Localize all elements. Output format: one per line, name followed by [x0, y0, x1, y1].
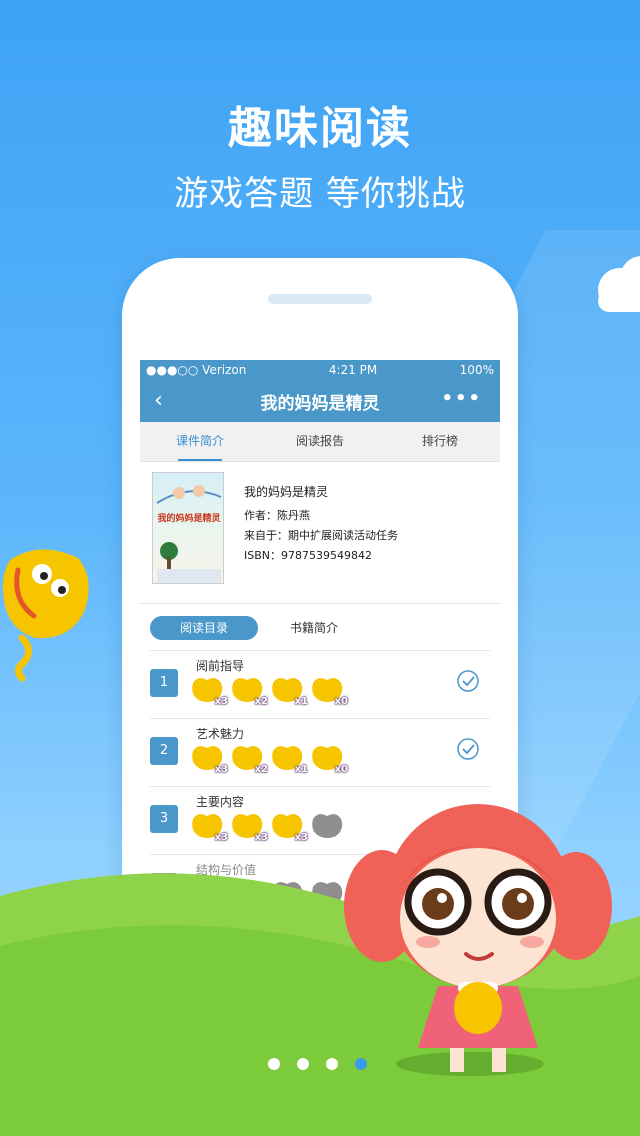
bean-icon: x3 [190, 675, 230, 707]
book-source: 来自于：期中扩展阅读活动任务 [244, 529, 398, 542]
page-indicator [268, 1058, 384, 1070]
girl-character [344, 804, 612, 1072]
yellow-mascot [2, 549, 89, 682]
time-label: 4:21 PM [328, 363, 378, 377]
tab-course-intro[interactable]: 课件简介 [140, 422, 260, 461]
tab-reading-report[interactable]: 阅读报告 [260, 422, 380, 461]
bean-multiplier: x3 [214, 764, 228, 775]
bean-icon: x1 [270, 743, 310, 775]
book-isbn: ISBN：9787539549842 [244, 549, 372, 562]
completed-check-icon [457, 738, 479, 760]
page-dot[interactable] [297, 1058, 309, 1070]
nav-bar: ‹ 我的妈妈是精灵 ••• [140, 380, 500, 422]
bean-score-group: x3 x2 x1 x0 [190, 675, 350, 707]
book-cover[interactable]: 我的妈妈是精灵 [152, 472, 224, 584]
bean-multiplier: x2 [254, 696, 268, 707]
bean-icon: x1 [270, 675, 310, 707]
tab-leaderboard[interactable]: 排行榜 [380, 422, 500, 461]
cover-title: 我的妈妈是精灵 [157, 514, 221, 524]
status-bar: ●●●○○ Verizon 4:21 PM 100% [140, 360, 500, 380]
tab-bar: 课件简介 阅读报告 排行榜 [140, 422, 500, 462]
cloud-decoration [598, 256, 640, 312]
page-dot-active[interactable] [355, 1058, 367, 1070]
bean-icon: x0 [310, 743, 350, 775]
bean-multiplier: x3 [214, 696, 228, 707]
carrier-label: ●●●○○ Verizon [146, 363, 247, 377]
bean-icon: x2 [230, 743, 270, 775]
page-dot[interactable] [268, 1058, 280, 1070]
chapter-row[interactable]: 1 阅前指导 x3 x2 x1 x0 [150, 650, 490, 718]
chapter-number: 1 [150, 669, 178, 697]
bean-multiplier: x0 [334, 764, 348, 775]
bean-multiplier: x1 [294, 764, 308, 775]
page-dot[interactable] [326, 1058, 338, 1070]
book-info: 我的妈妈是精灵 我的妈妈是精灵 作者：陈丹燕 来自于：期中扩展阅读活动任务 IS… [140, 462, 500, 604]
bean-multiplier: x0 [334, 696, 348, 707]
back-icon[interactable]: ‹ [154, 388, 163, 413]
more-icon[interactable]: ••• [441, 388, 482, 409]
chapter-number: 3 [150, 805, 178, 833]
book-name: 我的妈妈是精灵 [244, 485, 329, 499]
bean-icon: x0 [310, 675, 350, 707]
bean-multiplier: x1 [294, 696, 308, 707]
chapter-title: 主要内容 [196, 795, 245, 809]
chapter-number: 2 [150, 737, 178, 765]
page-title: 我的妈妈是精灵 [260, 393, 380, 414]
bean-icon: x3 [190, 743, 230, 775]
phone-speaker [268, 294, 372, 304]
sub-tab-bar: 阅读目录 书籍简介 [140, 604, 500, 650]
chapter-row[interactable]: 2 艺术魅力 x3 x2 x1 x0 [150, 718, 490, 786]
cover-tree-icon [157, 542, 221, 583]
subtab-reading-catalog[interactable]: 阅读目录 [150, 616, 258, 640]
headline: 趣味阅读 [228, 103, 412, 154]
subtab-book-intro[interactable]: 书籍简介 [290, 616, 338, 640]
completed-check-icon [457, 670, 479, 692]
cover-illustration [156, 485, 222, 504]
book-meta: 我的妈妈是精灵 作者：陈丹燕 来自于：期中扩展阅读活动任务 ISBN：97875… [244, 482, 398, 566]
bean-icon: x2 [230, 675, 270, 707]
chapter-title: 阅前指导 [196, 659, 245, 673]
bean-score-group: x3 x2 x1 x0 [190, 743, 350, 775]
subline: 游戏答题 等你挑战 [174, 174, 466, 214]
battery-label: 100% [459, 363, 494, 377]
bean-multiplier: x2 [254, 764, 268, 775]
book-author: 作者：陈丹燕 [244, 509, 310, 522]
chapter-title: 艺术魅力 [196, 727, 245, 741]
